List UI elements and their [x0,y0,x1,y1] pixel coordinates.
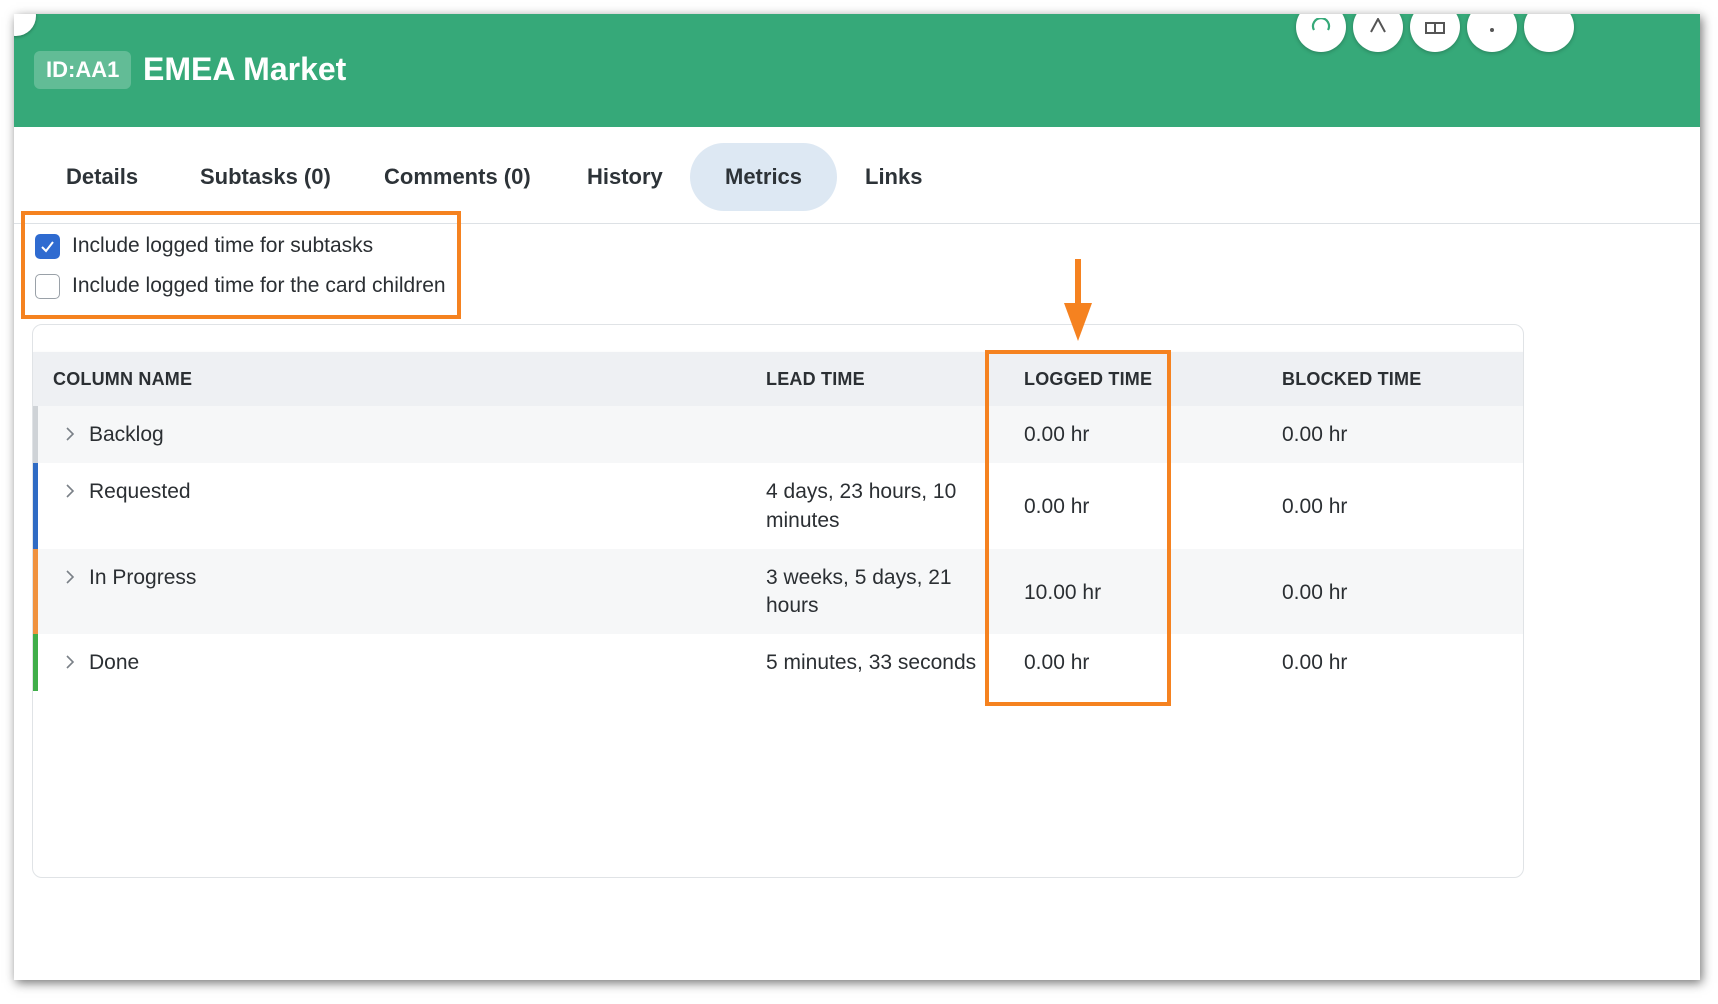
row-blocked-time: 0.00 hr [1282,423,1348,446]
include-children-checkbox[interactable] [35,273,60,299]
row-column-name: In Progress [89,566,197,589]
row-column-name: Requested [89,480,191,503]
table-row[interactable]: Requested 4 days, 23 hours, 10 minutes 0… [33,463,1523,549]
chevron-right-icon[interactable] [65,655,75,669]
expand-icon[interactable] [1524,14,1574,52]
lead-time-header: LEAD TIME [766,369,865,389]
tab-metrics[interactable]: Metrics [690,143,838,211]
palette-icon[interactable] [1296,14,1346,52]
table-row[interactable]: In Progress 3 weeks, 5 days, 21 hours 10… [33,549,1523,634]
include-subtasks-label: Include logged time for subtasks [72,234,374,257]
include-subtasks-option[interactable]: Include logged time for subtasks [35,233,373,259]
chevron-right-icon[interactable] [65,570,75,584]
close-icon[interactable] [14,14,36,36]
row-lead-time: 3 weeks, 5 days, 21 [766,566,952,589]
row-lead-time: 5 minutes, 33 seconds [766,651,977,674]
include-subtasks-checkbox[interactable] [35,233,60,259]
table-row[interactable]: Done 5 minutes, 33 seconds 0.00 hr 0.00 … [33,634,1523,691]
row-blocked-time: 0.00 hr [1282,581,1348,604]
card-details-window: ID:AA1 EMEA Market Details Subtasks (0) … [14,14,1700,980]
row-lead-time: 4 days, 23 hours, 10 [766,480,957,503]
chevron-right-icon[interactable] [65,484,75,498]
tab-comments[interactable]: Comments (0) [349,143,566,211]
annotation-arrow-icon [1064,259,1092,341]
tab-subtasks[interactable]: Subtasks (0) [165,143,366,211]
include-children-label: Include logged time for the card childre… [72,274,446,297]
blocked-time-header: BLOCKED TIME [1282,369,1422,389]
layout-icon[interactable] [1410,14,1460,52]
include-children-option[interactable]: Include logged time for the card childre… [35,273,446,299]
bell-icon[interactable] [1353,14,1403,52]
row-column-name: Done [89,651,140,674]
table-header-row: COLUMN NAME LEAD TIME LOGGED TIME BLOCKE… [33,352,1523,406]
chevron-right-icon[interactable] [65,427,75,441]
row-blocked-time: 0.00 hr [1282,651,1348,674]
more-options-icon[interactable] [1467,14,1517,52]
card-title[interactable]: EMEA Market [143,48,346,90]
table-row[interactable]: Backlog 0.00 hr 0.00 hr [33,406,1523,463]
tab-details[interactable]: Details [31,143,173,211]
row-lead-time-cont: minutes [766,509,840,532]
logged-time-column-highlight [985,350,1171,706]
row-lead-time-cont: hours [766,594,819,617]
row-blocked-time: 0.00 hr [1282,495,1348,518]
logged-time-options-highlight: Include logged time for subtasks Include… [21,211,461,319]
card-header: ID:AA1 EMEA Market [14,14,1700,127]
tab-links[interactable]: Links [830,143,957,211]
column-name-header: COLUMN NAME [53,369,193,389]
row-column-name: Backlog [89,423,164,446]
card-id-badge: ID:AA1 [34,51,132,89]
tab-history[interactable]: History [552,143,698,211]
metrics-table: COLUMN NAME LEAD TIME LOGGED TIME BLOCKE… [32,324,1524,878]
tab-bar: Details Subtasks (0) Comments (0) Histor… [14,127,1700,224]
